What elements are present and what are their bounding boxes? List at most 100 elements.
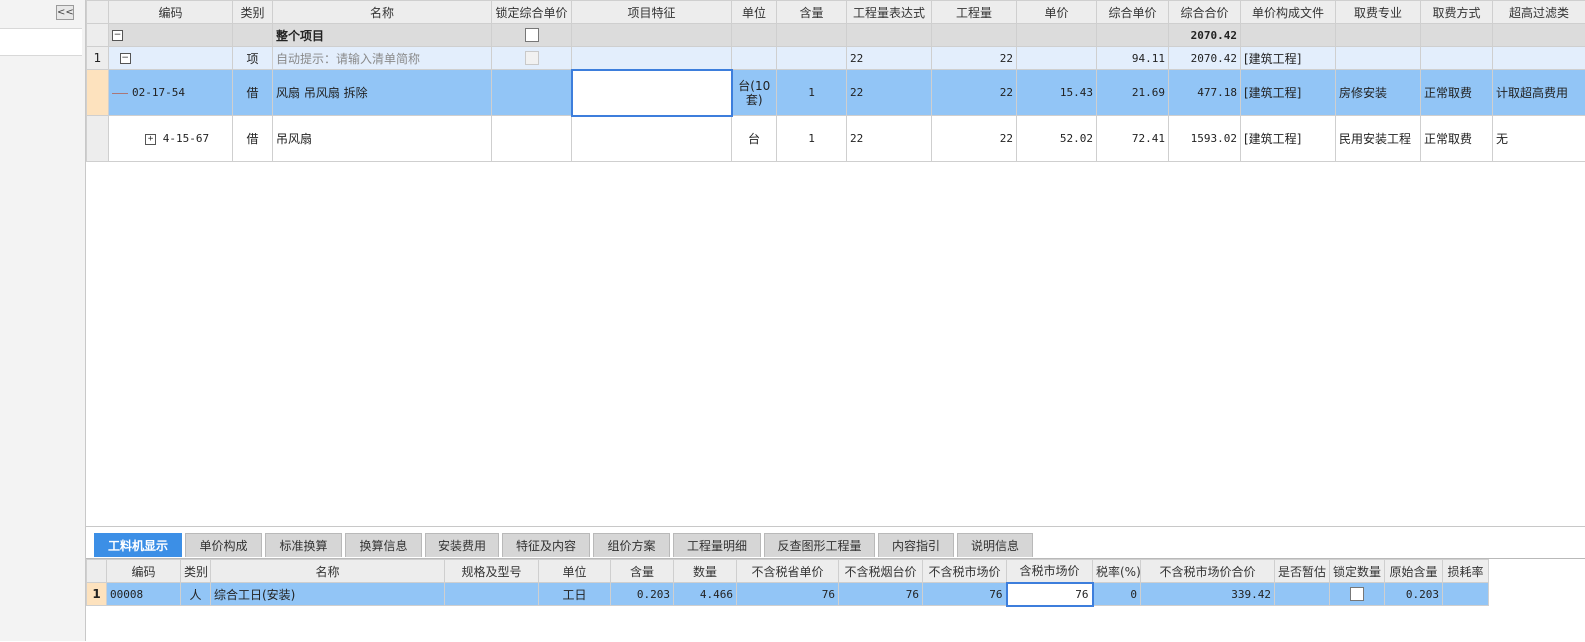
tax-market-price-input[interactable]: 76 xyxy=(1007,583,1093,606)
col-header-content[interactable]: 含量 xyxy=(777,1,847,24)
collapse-icon[interactable]: − xyxy=(112,30,123,41)
lock-qty-cell[interactable] xyxy=(1330,583,1385,606)
price-file-cell[interactable]: [建筑工程] xyxy=(1241,47,1336,70)
category-cell[interactable]: 借 xyxy=(233,116,273,162)
spec-cell[interactable] xyxy=(445,583,539,606)
quantity-cell[interactable]: 22 xyxy=(932,70,1017,116)
height-filter-cell[interactable]: 计取超高费用 xyxy=(1493,70,1585,116)
quota-row-selected[interactable]: 02-17-54 借 风扇 吊风扇 拆除 台(10套) 1 22 22 15.4… xyxy=(87,70,1585,116)
fee-method-cell[interactable]: 正常取费 xyxy=(1421,116,1493,162)
tab-pricing-scheme[interactable]: 组价方案 xyxy=(593,533,670,557)
col-header-market-price[interactable]: 不含税市场价 xyxy=(923,560,1007,583)
col-header-provisional[interactable]: 是否暂估 xyxy=(1275,560,1330,583)
quantity-cell[interactable]: 22 xyxy=(932,116,1017,162)
col-header-quantity[interactable]: 数量 xyxy=(674,560,737,583)
unit-cell[interactable]: 工日 xyxy=(539,583,611,606)
feature-cell[interactable] xyxy=(572,24,732,47)
specialty-cell[interactable]: 民用安装工程 xyxy=(1336,116,1421,162)
col-header-tax-market-price[interactable]: 含税市场价 xyxy=(1007,560,1093,583)
col-header-unit[interactable]: 单位 xyxy=(732,1,777,24)
quota-row[interactable]: + 4-15-67 借 吊风扇 台 1 22 22 52.02 72.41 15… xyxy=(87,116,1585,162)
name-cell[interactable]: 综合工日(安装) xyxy=(211,583,445,606)
code-cell[interactable]: − xyxy=(109,47,233,70)
category-cell[interactable]: 项 xyxy=(233,47,273,70)
item-row[interactable]: 1 − 项 自动提示：请输入清单简称 22 22 94.11 2070.42 [… xyxy=(87,47,1585,70)
col-header-loss-rate[interactable]: 损耗率 xyxy=(1443,560,1489,583)
content-cell[interactable]: 1 xyxy=(777,70,847,116)
tab-unit-price-composition[interactable]: 单价构成 xyxy=(185,533,262,557)
lock-price-cell[interactable] xyxy=(492,47,572,70)
col-header-tax-rate[interactable]: 税率(%) xyxy=(1093,560,1141,583)
lock-qty-checkbox[interactable] xyxy=(1350,587,1364,601)
expand-icon[interactable]: + xyxy=(145,134,156,145)
specialty-cell[interactable]: 房修安装 xyxy=(1336,70,1421,116)
tab-description-info[interactable]: 说明信息 xyxy=(957,533,1033,557)
name-cell[interactable]: 风扇 吊风扇 拆除 xyxy=(273,70,492,116)
feature-cell[interactable] xyxy=(572,47,732,70)
unit-cell[interactable] xyxy=(732,47,777,70)
col-header-comp-total[interactable]: 综合合价 xyxy=(1169,1,1241,24)
lock-price-checkbox[interactable] xyxy=(525,51,539,65)
market-price-cell[interactable]: 76 xyxy=(923,583,1007,606)
tab-graphic-quantity-lookup[interactable]: 反查图形工程量 xyxy=(764,533,875,557)
tab-installation-fee[interactable]: 安装费用 xyxy=(425,533,499,557)
code-cell[interactable]: 02-17-54 xyxy=(109,70,233,116)
tab-labor-material-machine[interactable]: 工料机显示 xyxy=(94,533,182,557)
col-header-quantity[interactable]: 工程量 xyxy=(932,1,1017,24)
col-header-category[interactable]: 类别 xyxy=(233,1,273,24)
quantity-cell[interactable]: 22 xyxy=(932,47,1017,70)
col-header-name[interactable]: 名称 xyxy=(273,1,492,24)
unit-price-cell[interactable]: 52.02 xyxy=(1017,116,1097,162)
tab-content-guide[interactable]: 内容指引 xyxy=(878,533,954,557)
left-panel-row[interactable] xyxy=(0,28,82,56)
name-cell[interactable]: 整个项目 xyxy=(273,24,492,47)
col-header-feature[interactable]: 项目特征 xyxy=(572,1,732,24)
code-cell[interactable]: + 4-15-67 xyxy=(109,116,233,162)
col-header-height-filter[interactable]: 超高过滤类 xyxy=(1493,1,1585,24)
height-filter-cell[interactable]: 无 xyxy=(1493,116,1585,162)
col-header-category[interactable]: 类别 xyxy=(181,560,211,583)
quantity-cell[interactable]: 4.466 xyxy=(674,583,737,606)
name-cell[interactable]: 吊风扇 xyxy=(273,116,492,162)
tax-rate-cell[interactable]: 0 xyxy=(1093,583,1141,606)
tab-quantity-detail[interactable]: 工程量明细 xyxy=(673,533,761,557)
unit-cell[interactable]: 台 xyxy=(732,116,777,162)
collapse-icon[interactable]: − xyxy=(120,53,131,64)
prov-price-cell[interactable]: 76 xyxy=(737,583,839,606)
col-header-content[interactable]: 含量 xyxy=(611,560,674,583)
col-header-fee-method[interactable]: 取费方式 xyxy=(1421,1,1493,24)
col-header-unit-price[interactable]: 单价 xyxy=(1017,1,1097,24)
code-cell[interactable]: 00008 xyxy=(107,583,181,606)
col-header-unit[interactable]: 单位 xyxy=(539,560,611,583)
yantai-price-cell[interactable]: 76 xyxy=(839,583,923,606)
col-header-expression[interactable]: 工程量表达式 xyxy=(847,1,932,24)
content-cell[interactable] xyxy=(777,47,847,70)
feature-cell[interactable] xyxy=(572,116,732,162)
fee-method-cell[interactable]: 正常取费 xyxy=(1421,70,1493,116)
tab-features-content[interactable]: 特征及内容 xyxy=(502,533,590,557)
expression-cell[interactable]: 22 xyxy=(847,116,932,162)
tab-standard-conversion[interactable]: 标准换算 xyxy=(265,533,342,557)
provisional-cell[interactable] xyxy=(1275,583,1330,606)
unit-price-cell[interactable]: 15.43 xyxy=(1017,70,1097,116)
resource-row[interactable]: 1 00008 人 综合工日(安装) 工日 0.203 4.466 76 76 … xyxy=(87,583,1489,606)
expression-cell[interactable]: 22 xyxy=(847,70,932,116)
col-header-code[interactable]: 编码 xyxy=(107,560,181,583)
category-cell[interactable]: 借 xyxy=(233,70,273,116)
col-header-specialty[interactable]: 取费专业 xyxy=(1336,1,1421,24)
price-file-cell[interactable]: [建筑工程] xyxy=(1241,70,1336,116)
orig-content-cell[interactable]: 0.203 xyxy=(1385,583,1443,606)
feature-edit-cell[interactable] xyxy=(572,70,732,116)
col-header-lock-qty[interactable]: 锁定数量 xyxy=(1330,560,1385,583)
unit-price-cell[interactable] xyxy=(1017,47,1097,70)
lock-price-cell[interactable] xyxy=(492,70,572,116)
col-header-price-file[interactable]: 单价构成文件 xyxy=(1241,1,1336,24)
col-header-yantai-price[interactable]: 不含税烟台价 xyxy=(839,560,923,583)
price-file-cell[interactable]: [建筑工程] xyxy=(1241,116,1336,162)
category-cell[interactable] xyxy=(233,24,273,47)
col-header-comp-unit-price[interactable]: 综合单价 xyxy=(1097,1,1169,24)
col-header-name[interactable]: 名称 xyxy=(211,560,445,583)
col-header-market-total[interactable]: 不含税市场价合价 xyxy=(1141,560,1275,583)
lock-price-cell[interactable] xyxy=(492,116,572,162)
expression-cell[interactable]: 22 xyxy=(847,47,932,70)
